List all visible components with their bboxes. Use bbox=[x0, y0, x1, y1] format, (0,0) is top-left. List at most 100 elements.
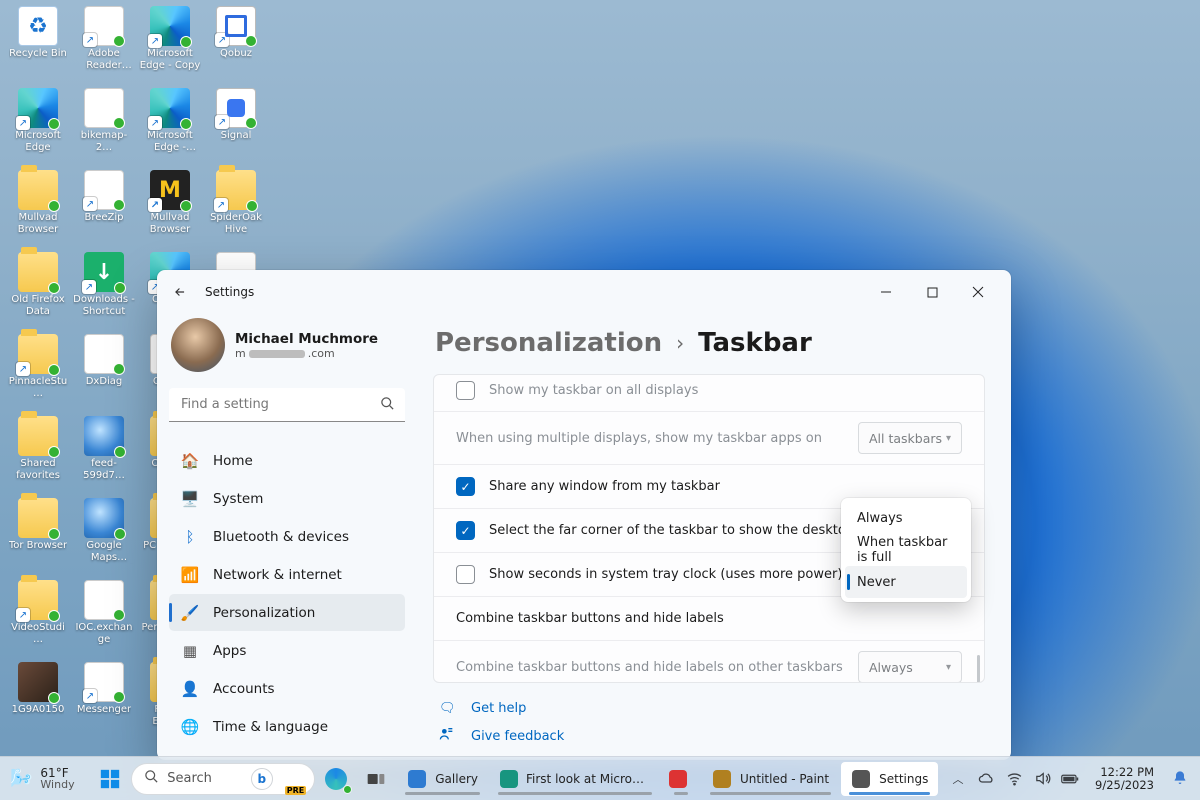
sidebar-item-apps[interactable]: ▦Apps bbox=[169, 632, 405, 669]
signal-icon: ↗ bbox=[216, 88, 256, 128]
sidebar-item-system[interactable]: 🖥️ System bbox=[169, 480, 405, 517]
desktop-icon[interactable]: ↗PinnacleStu… bbox=[6, 332, 70, 414]
settings-content: Personalization › Taskbar Show my taskba… bbox=[417, 314, 1011, 760]
desktop-icon[interactable]: IOC.exchange bbox=[72, 578, 136, 660]
img-icon bbox=[18, 662, 58, 702]
desktop-icon-label: Microsoft Edge bbox=[7, 130, 69, 154]
help-icon: 🗨 bbox=[439, 701, 457, 716]
taskbar-icon-copilot[interactable] bbox=[317, 762, 355, 796]
settings-search[interactable] bbox=[169, 388, 405, 422]
desktop-icon[interactable]: ↗Messenger bbox=[72, 660, 136, 742]
sidebar-item-bluetooth-devices[interactable]: ᛒBluetooth & devices bbox=[169, 518, 405, 555]
desktop-icon[interactable]: ↗Downloads - Shortcut bbox=[72, 250, 136, 332]
desktop-icon[interactable]: ↗Adobe Reader Touch bbox=[72, 4, 136, 86]
sync-status-icon bbox=[48, 200, 60, 212]
desktop-icon-label: IOC.exchange bbox=[73, 622, 135, 646]
back-button[interactable] bbox=[171, 283, 189, 301]
checkbox-show-seconds[interactable] bbox=[456, 565, 475, 584]
sync-status-icon bbox=[114, 446, 126, 458]
desktop-icon[interactable]: feed-599d7… bbox=[72, 414, 136, 496]
taskbar-task[interactable]: Gallery bbox=[397, 762, 488, 796]
give-feedback-link[interactable]: Give feedback bbox=[439, 726, 985, 746]
taskbar-icon-taskview[interactable] bbox=[357, 762, 395, 796]
breadcrumb-parent[interactable]: Personalization bbox=[435, 328, 662, 358]
folder-icon bbox=[18, 416, 58, 456]
notifications-icon[interactable] bbox=[1172, 770, 1190, 788]
checkbox-show-all-displays[interactable] bbox=[456, 381, 475, 400]
avatar bbox=[171, 318, 225, 372]
combine-dropdown-menu: AlwaysWhen taskbar is fullNever bbox=[841, 498, 971, 602]
desktop-icon[interactable]: ↗Microsoft Edge - Copy bbox=[138, 4, 202, 86]
active-indicator bbox=[849, 792, 930, 795]
desktop-icon[interactable]: ↗VideoStudi… bbox=[6, 578, 70, 660]
desktop-icon[interactable]: 1G9A0150 bbox=[6, 660, 70, 742]
onedrive-icon[interactable] bbox=[977, 770, 995, 788]
get-help-link[interactable]: 🗨 Get help bbox=[439, 701, 985, 716]
breadcrumb: Personalization › Taskbar bbox=[435, 328, 985, 358]
dropdown-multi-display[interactable]: All taskbars ▾ bbox=[858, 422, 962, 454]
desktop-icon[interactable]: Google Maps maps.googl… bbox=[72, 496, 136, 578]
edge-icon: ↗ bbox=[150, 6, 190, 46]
sidebar-item-network-internet[interactable]: 📶Network & internet bbox=[169, 556, 405, 593]
settings-titlebar: Settings bbox=[157, 270, 1011, 314]
globe-icon bbox=[84, 498, 124, 538]
sidebar-item-accounts[interactable]: 👤Accounts bbox=[169, 670, 405, 707]
dl-icon: ↗ bbox=[84, 252, 124, 292]
desktop-icon[interactable]: ↗Microsoft Edge - Cop… bbox=[138, 86, 202, 168]
sidebar-item-label: System bbox=[213, 491, 263, 507]
taskbar-search[interactable]: Search b PRE bbox=[131, 763, 315, 795]
sidebar-item-home[interactable]: 🏠Home bbox=[169, 442, 405, 479]
dropdown-option[interactable]: When taskbar is full bbox=[845, 534, 967, 566]
active-indicator bbox=[405, 792, 480, 795]
start-button[interactable] bbox=[91, 762, 129, 796]
sync-status-icon bbox=[113, 35, 125, 47]
scrollbar[interactable] bbox=[977, 655, 980, 683]
desktop-icon[interactable]: ↗SpiderOak Hive bbox=[204, 168, 268, 250]
maximize-button[interactable] bbox=[909, 276, 955, 308]
sidebar-item-time-language[interactable]: 🌐Time & language bbox=[169, 708, 405, 745]
sidebar-item-personalization[interactable]: 🖌️Personalization bbox=[169, 594, 405, 631]
taskbar-task[interactable]: Settings bbox=[841, 762, 938, 796]
taskbar-task[interactable]: Untitled - Paint bbox=[702, 762, 839, 796]
close-button[interactable] bbox=[955, 276, 1001, 308]
file-icon bbox=[84, 580, 124, 620]
desktop-icon[interactable]: Shared favorites bbox=[6, 414, 70, 496]
desktop-icon-label: Messenger bbox=[77, 704, 131, 716]
desktop-icon[interactable]: ↗Mullvad Browser bbox=[138, 168, 202, 250]
nav-icon: ▦ bbox=[181, 642, 199, 660]
search-icon bbox=[144, 769, 159, 788]
sync-status-icon bbox=[48, 528, 60, 540]
desktop-icon-label: Qobuz bbox=[220, 48, 252, 60]
desktop-icon[interactable]: DxDiag bbox=[72, 332, 136, 414]
desktop-icon[interactable]: Tor Browser bbox=[6, 496, 70, 578]
taskbar-task[interactable]: First look at Microsoft's bbox=[490, 762, 660, 796]
wifi-icon[interactable] bbox=[1005, 770, 1023, 788]
battery-icon[interactable] bbox=[1061, 770, 1079, 788]
user-profile[interactable]: Michael Muchmore m.com bbox=[169, 314, 405, 382]
desktop-icon[interactable]: Mullvad Browser bbox=[6, 168, 70, 250]
minimize-button[interactable] bbox=[863, 276, 909, 308]
desktop-icon[interactable]: bikemap-2… bbox=[72, 86, 136, 168]
sync-status-icon bbox=[48, 282, 60, 294]
desktop-icon[interactable]: ↗Microsoft Edge bbox=[6, 86, 70, 168]
dropdown-option[interactable]: Never bbox=[845, 566, 967, 598]
desktop-icon[interactable]: ↗Signal bbox=[204, 86, 268, 168]
checkbox-share-window[interactable] bbox=[456, 477, 475, 496]
globe-icon bbox=[84, 416, 124, 456]
volume-icon[interactable] bbox=[1033, 770, 1051, 788]
sync-status-icon bbox=[113, 199, 125, 211]
checkbox-far-corner[interactable] bbox=[456, 521, 475, 540]
taskbar-clock[interactable]: 12:22 PM 9/25/2023 bbox=[1095, 766, 1154, 792]
desktop-icon[interactable]: ↗Qobuz bbox=[204, 4, 268, 86]
desktop-icon[interactable]: Recycle Bin bbox=[6, 4, 70, 86]
dropdown-option[interactable]: Always bbox=[845, 502, 967, 534]
sidebar-item-label: Home bbox=[213, 453, 253, 469]
desktop-icon[interactable]: Old Firefox Data bbox=[6, 250, 70, 332]
tray-overflow-button[interactable]: ︿ bbox=[949, 770, 967, 788]
taskbar-weather[interactable]: 🌬️ 61°F Windy bbox=[10, 767, 75, 791]
search-input[interactable] bbox=[169, 388, 405, 422]
taskbar-task[interactable] bbox=[662, 762, 700, 796]
nav-icon: 🖥️ bbox=[181, 490, 199, 508]
dropdown-combine-other[interactable]: Always ▾ bbox=[858, 651, 962, 683]
desktop-icon[interactable]: ↗BreeZip bbox=[72, 168, 136, 250]
